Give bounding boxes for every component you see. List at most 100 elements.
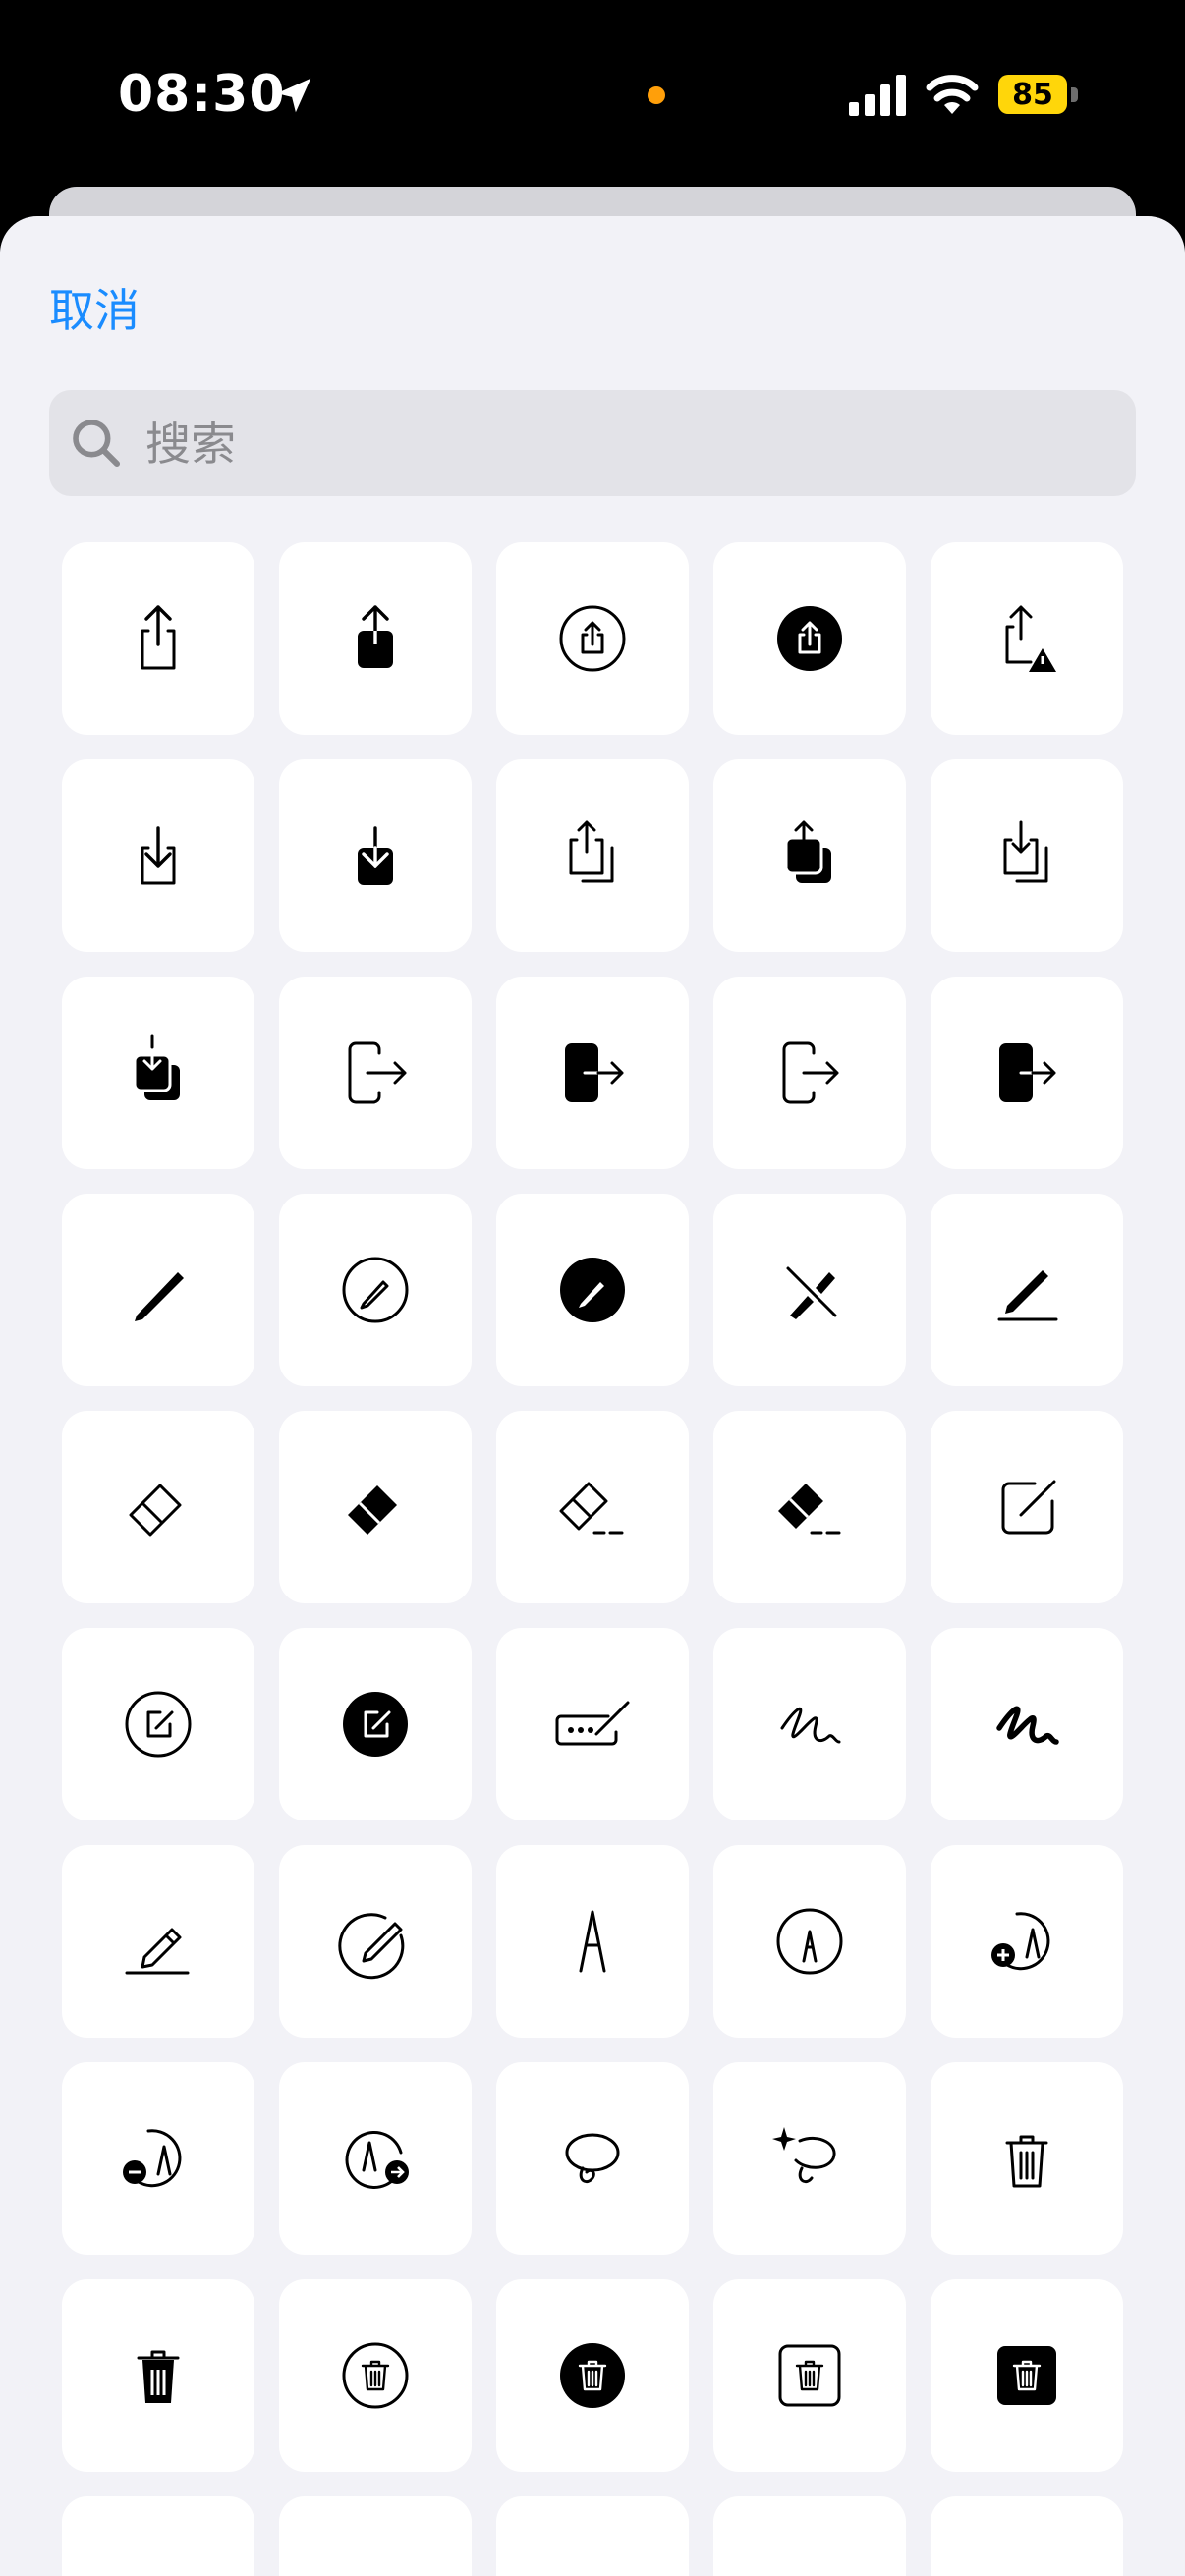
symbol-cell[interactable] <box>62 1845 254 2038</box>
symbol-cell[interactable] <box>496 1628 689 1820</box>
cancel-button[interactable]: 取消 <box>49 275 140 340</box>
wifi-icon <box>926 75 979 114</box>
symbol-cell[interactable] <box>62 542 254 735</box>
symbol-cell[interactable] <box>713 542 906 735</box>
symbol-cell[interactable] <box>62 977 254 1169</box>
rectangle-portrait-and-arrow-right-icon <box>348 1041 407 1104</box>
square-and-arrow-up-fill-icon <box>358 605 393 668</box>
square-and-arrow-down-on-square-icon <box>1003 820 1048 883</box>
symbol-cell[interactable] <box>931 759 1123 952</box>
pencil-tip-crop-circle-badge-plus-icon <box>991 1912 1050 1971</box>
symbol-cell[interactable] <box>713 977 906 1169</box>
rectangle-portrait-and-arrow-forward-icon <box>782 1041 839 1104</box>
square-and-arrow-up-on-square-fill-icon <box>784 820 831 883</box>
pencil-line-icon <box>997 1270 1058 1321</box>
location-arrow-icon <box>276 78 311 113</box>
symbol-cell[interactable] <box>496 1411 689 1603</box>
xmark-bin-fill-icon <box>761 2544 859 2576</box>
symbol-cell[interactable] <box>279 1845 472 2038</box>
folder-badge-plus-icon <box>326 2544 424 2576</box>
symbol-cell[interactable] <box>279 977 472 1169</box>
square-and-arrow-down-icon <box>141 826 176 885</box>
symbol-cell[interactable] <box>62 2496 254 2576</box>
square-and-arrow-up-icon <box>141 605 176 670</box>
symbol-cell[interactable] <box>496 2062 689 2255</box>
symbol-cell[interactable] <box>713 1628 906 1820</box>
trash-circle-fill-icon <box>560 2343 625 2408</box>
square-and-arrow-up-circle-icon <box>559 605 626 672</box>
symbol-cell[interactable] <box>496 2279 689 2472</box>
scribble-variable-icon <box>996 1706 1059 1745</box>
symbol-cell[interactable] <box>62 1411 254 1603</box>
symbol-cell[interactable] <box>279 1411 472 1603</box>
symbol-cell[interactable] <box>931 977 1123 1169</box>
symbol-cell[interactable] <box>713 1845 906 2038</box>
trash-fill-icon <box>137 2350 180 2403</box>
symbol-cell[interactable] <box>931 1411 1123 1603</box>
symbol-cell[interactable] <box>62 2279 254 2472</box>
eraser-line-dashed-fill-icon <box>778 1484 841 1535</box>
symbol-cell[interactable] <box>62 759 254 952</box>
lasso-badge-sparkles-icon <box>772 2127 836 2184</box>
square-and-arrow-up-trianglebadge-icon <box>1005 605 1056 672</box>
pencil-circle-fill-icon <box>560 1258 625 1322</box>
symbol-cell[interactable] <box>279 759 472 952</box>
symbol-cell[interactable] <box>279 1628 472 1820</box>
symbol-cell[interactable] <box>496 977 689 1169</box>
rectangle-and-pencil-and-ellipsis-icon <box>555 1701 630 1746</box>
rectangle-portrait-and-arrow-forward-fill-icon <box>999 1043 1057 1102</box>
symbol-cell[interactable] <box>931 1845 1123 2038</box>
eraser-icon <box>129 1484 182 1537</box>
search-input[interactable] <box>143 390 1110 498</box>
square-and-arrow-up-on-square-icon <box>569 820 614 883</box>
archivebox-icon <box>978 2544 1076 2576</box>
symbol-cell[interactable] <box>713 1194 906 1386</box>
symbol-cell[interactable] <box>279 1194 472 1386</box>
square-and-arrow-up-circle-fill-icon <box>777 606 842 671</box>
trash-square-icon <box>778 2344 841 2407</box>
symbol-cell[interactable] <box>713 759 906 952</box>
pencil-tip-crop-circle-badge-minus-icon <box>123 2129 182 2188</box>
symbol-cell[interactable] <box>713 2496 906 2576</box>
symbol-cell[interactable] <box>931 2062 1123 2255</box>
symbol-cell[interactable] <box>62 1628 254 1820</box>
symbol-cell[interactable] <box>713 1411 906 1603</box>
square-and-arrow-down-fill-icon <box>358 826 393 885</box>
symbol-cell[interactable] <box>279 542 472 735</box>
eraser-fill-icon <box>348 1485 397 1535</box>
symbol-cell[interactable] <box>496 759 689 952</box>
battery-nub <box>1071 87 1078 102</box>
search-icon <box>73 420 121 468</box>
search-bar[interactable] <box>49 390 1136 498</box>
privacy-indicator-dot <box>648 86 665 104</box>
status-time: 08:30 <box>118 65 286 124</box>
symbol-cell[interactable] <box>931 2496 1123 2576</box>
pencil-and-underline-icon <box>125 1928 190 1975</box>
symbol-cell[interactable] <box>62 1194 254 1386</box>
symbol-cell[interactable] <box>931 1628 1123 1820</box>
battery-indicator: 85 <box>998 75 1081 116</box>
pencil-tip-icon <box>579 1910 606 1973</box>
status-bar: 08:30 85 <box>0 0 1185 187</box>
square-and-pencil-icon <box>1001 1480 1056 1535</box>
pencil-and-outline-icon <box>338 1913 405 1980</box>
symbol-cell[interactable] <box>496 542 689 735</box>
pencil-slash-icon <box>786 1266 837 1319</box>
symbol-cell[interactable] <box>931 542 1123 735</box>
folder-badge-minus-icon <box>109 2544 207 2576</box>
symbol-cell[interactable] <box>62 2062 254 2255</box>
symbol-cell[interactable] <box>496 1845 689 2038</box>
symbol-picker-sheet: 取消 <box>0 216 1185 2576</box>
symbol-cell[interactable] <box>279 2496 472 2576</box>
symbol-cell[interactable] <box>496 1194 689 1386</box>
symbol-cell[interactable] <box>713 2062 906 2255</box>
trash-square-fill-icon <box>997 2346 1056 2405</box>
xmark-bin-icon <box>543 2544 642 2576</box>
symbol-cell[interactable] <box>931 2279 1123 2472</box>
symbol-cell[interactable] <box>931 1194 1123 1386</box>
pencil-tip-crop-circle-icon <box>776 1908 843 1975</box>
symbol-cell[interactable] <box>713 2279 906 2472</box>
symbol-cell[interactable] <box>279 2062 472 2255</box>
symbol-cell[interactable] <box>279 2279 472 2472</box>
symbol-cell[interactable] <box>496 2496 689 2576</box>
